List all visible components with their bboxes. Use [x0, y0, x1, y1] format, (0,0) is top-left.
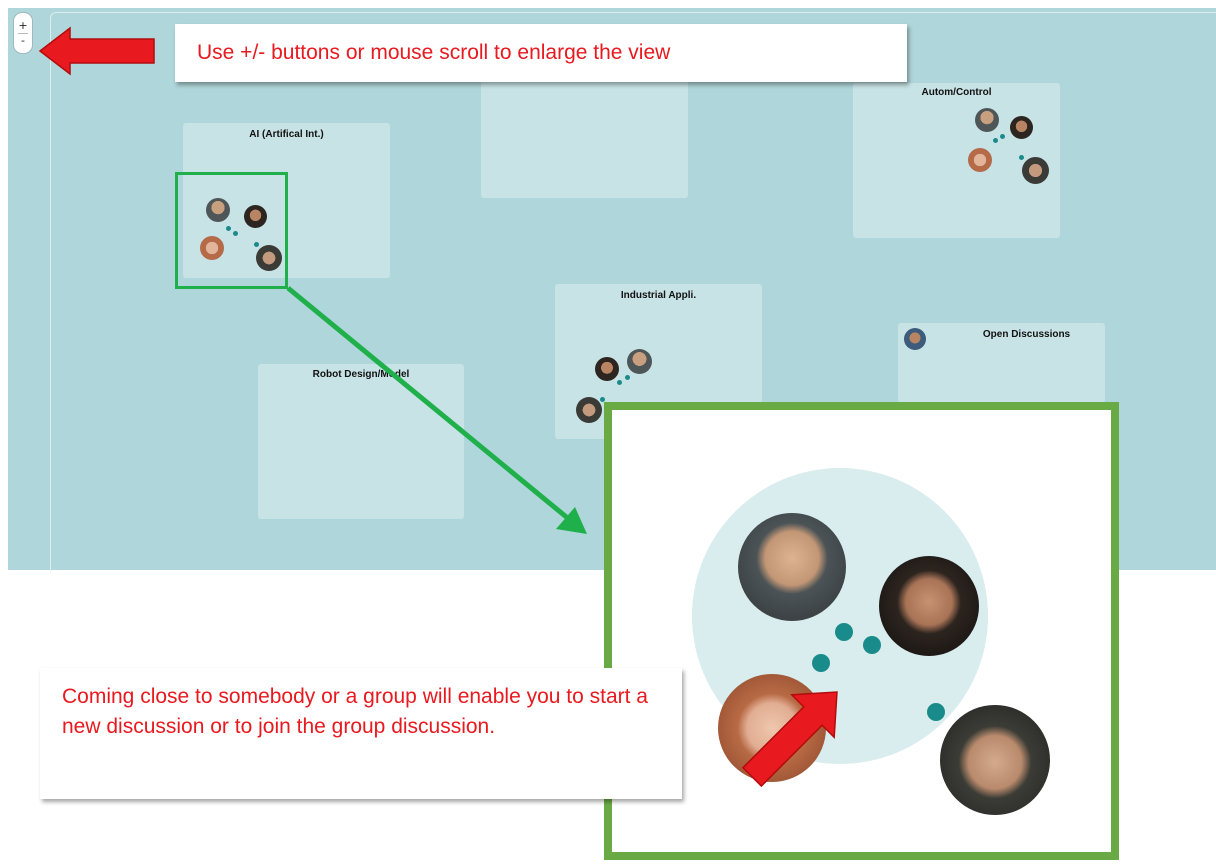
zoom-in-button[interactable]: +: [18, 19, 27, 33]
proximity-dot: [993, 138, 998, 143]
zoom-out-button[interactable]: -: [21, 34, 25, 48]
proximity-dot: [812, 654, 830, 672]
hint-discussion-callout: Coming close to somebody or a group will…: [40, 668, 682, 799]
avatar-icon[interactable]: [1010, 116, 1033, 139]
avatar-icon[interactable]: [968, 148, 992, 172]
proximity-dot: [863, 636, 881, 654]
hint-zoom-text: Use +/- buttons or mouse scroll to enlar…: [197, 41, 671, 64]
room-open-discussions[interactable]: Open Discussions: [898, 323, 1105, 403]
avatar-icon[interactable]: [627, 349, 652, 374]
zoom-controls: + -: [13, 12, 33, 54]
proximity-dot: [1019, 155, 1024, 160]
arrow-diagonal-icon: [286, 286, 587, 534]
avatar-icon[interactable]: [1022, 157, 1049, 184]
hint-discussion-text: Coming close to somebody or a group will…: [62, 685, 648, 738]
avatar-icon[interactable]: [975, 108, 999, 132]
avatar-icon[interactable]: [738, 513, 846, 621]
proximity-dot: [1000, 134, 1005, 139]
avatar-icon[interactable]: [940, 705, 1050, 815]
zoom-detail-illustration: [692, 468, 1050, 815]
avatar-icon[interactable]: [879, 556, 979, 656]
selection-highlight: [175, 172, 288, 289]
proximity-dot: [617, 380, 622, 385]
proximity-dot: [927, 703, 945, 721]
room-title-open-discussions: Open Discussions: [982, 329, 1071, 340]
room-title-ai: AI (Artifical Int.): [249, 129, 324, 140]
room-title-autom-control: Autom/Control: [921, 87, 992, 98]
avatar-icon[interactable]: [904, 328, 926, 350]
proximity-dot: [835, 623, 853, 641]
room-unnamed[interactable]: [481, 80, 688, 198]
hint-zoom-callout: Use +/- buttons or mouse scroll to enlar…: [175, 24, 907, 82]
arrow-left-icon: [38, 26, 155, 76]
proximity-dot: [625, 375, 630, 380]
